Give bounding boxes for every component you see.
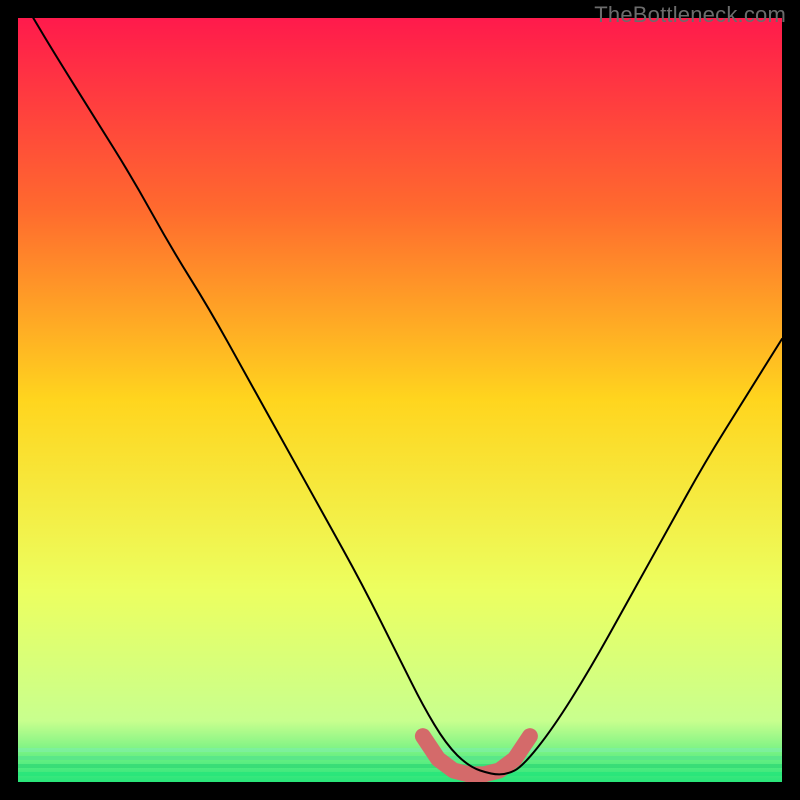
bottom-stripe xyxy=(18,764,782,768)
chart-svg xyxy=(18,18,782,782)
bottom-stripe xyxy=(18,756,782,760)
plot-area xyxy=(18,18,782,782)
watermark-text: TheBottleneck.com xyxy=(594,2,786,28)
gradient-background xyxy=(18,18,782,782)
bottom-stripe xyxy=(18,772,782,776)
chart-frame: TheBottleneck.com xyxy=(0,0,800,800)
bottom-stripe xyxy=(18,748,782,752)
